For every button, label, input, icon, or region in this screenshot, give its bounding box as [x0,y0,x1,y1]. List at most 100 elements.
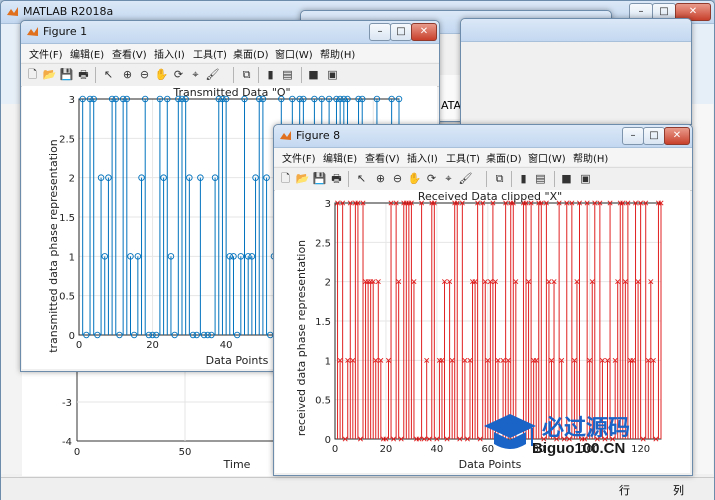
pointer-icon[interactable]: ↖ [354,171,369,186]
figure1-ytick-label: 2 [69,174,75,185]
figure8-ytick-label: 0 [325,435,331,446]
zoom-in-icon[interactable]: ⊕ [120,67,135,82]
figure1-ytick-label: 1.5 [59,213,75,224]
figure1-plot-title: Transmitted Data "O" [172,86,290,99]
colorbar-icon[interactable]: ▮ [516,171,531,186]
zoom-out-icon[interactable]: ⊖ [390,171,405,186]
graduation-cap-icon [484,414,536,449]
figure8-ytick-label: 2 [325,278,331,289]
link-icon[interactable]: ⧉ [239,67,254,82]
figure8-ytick-label: 0.5 [315,396,331,407]
figure1-close-button[interactable]: ✕ [411,23,437,41]
menu-file[interactable]: 文件(F) [29,46,63,61]
menu-view[interactable]: 查看(V) [365,150,400,165]
figure1-ytick-label: 1 [69,252,75,263]
figure1-xlabel: Data Points [206,354,269,367]
link-icon[interactable]: ⧉ [492,171,507,186]
main-right-panel [691,104,713,474]
bg-figure-b-titlebar [461,19,691,42]
figure8-close-button[interactable]: ✕ [664,127,690,145]
toolbar-separator [486,171,487,187]
brush-icon[interactable]: 🖌 [205,67,220,82]
legend-icon[interactable]: ▤ [533,171,548,186]
figure1-ytick-label: 0.5 [59,292,75,303]
main-window-title: MATLAB R2018a [23,5,114,18]
watermark-cn: 必过源码 [542,416,631,441]
menu-view[interactable]: 查看(V) [112,46,147,61]
save-icon[interactable]: 💾 [59,67,74,82]
bottom-ytick-neg3: -3 [62,398,72,409]
menu-desktop[interactable]: 桌面(D) [486,150,522,165]
hide-plot-tools-icon[interactable]: ■ [559,171,574,186]
open-folder-icon[interactable]: 📂 [295,171,310,186]
menu-edit[interactable]: 编辑(E) [70,46,104,61]
figure1-menubar: 文件(F) 编辑(E) 查看(V) 插入(I) 工具(T) 桌面(D) 窗口(W… [21,44,439,62]
menu-file[interactable]: 文件(F) [282,150,316,165]
figure8-ytick-label: 2.5 [315,238,331,249]
bottom-plot-svg: -3 -4 0 50 Time [62,368,277,471]
status-bar: 行 列 [1,477,714,500]
new-file-icon[interactable]: 🗋 [278,171,293,186]
show-plot-tools-icon[interactable]: ▣ [325,67,340,82]
figure8-titlebar[interactable]: Figure 8 – □ ✕ [274,125,692,148]
pan-hand-icon[interactable]: ✋ [154,67,169,82]
toolbar-separator [258,67,259,83]
pan-hand-icon[interactable]: ✋ [407,171,422,186]
figure1-ytick-label: 0 [69,331,75,342]
show-plot-tools-icon[interactable]: ▣ [578,171,593,186]
data-cursor-icon[interactable]: ⌖ [441,171,456,186]
save-icon[interactable]: 💾 [312,171,327,186]
figure1-minimize-button[interactable]: – [369,23,391,41]
background-figure-window-b [460,18,692,125]
figure8-xtick-label: 20 [380,444,393,455]
figure1-ytick-label: 3 [69,95,75,106]
menu-window[interactable]: 窗口(W) [275,46,313,61]
bg-figure-fragment-label: ATA [441,99,462,112]
figure8-title: Figure 8 [296,129,341,142]
data-cursor-icon[interactable]: ⌖ [188,67,203,82]
figure1-ylabel: transmitted data phase representation [47,139,60,353]
new-file-icon[interactable]: 🗋 [25,67,40,82]
bottom-ytick-neg4: -4 [62,437,72,448]
menu-help[interactable]: 帮助(H) [320,46,355,61]
status-row-label: 行 [619,484,630,497]
menu-insert[interactable]: 插入(I) [407,150,438,165]
bottom-xtick-0: 0 [74,447,80,458]
hide-plot-tools-icon[interactable]: ■ [306,67,321,82]
pointer-icon[interactable]: ↖ [101,67,116,82]
figure1-xtick-label: 40 [220,340,233,351]
menu-insert[interactable]: 插入(I) [154,46,185,61]
colorbar-icon[interactable]: ▮ [263,67,278,82]
open-folder-icon[interactable]: 📂 [42,67,57,82]
figure8-minimize-button[interactable]: – [622,127,644,145]
figure8-xtick-label: 0 [332,444,338,455]
print-icon[interactable]: 🖶 [329,171,344,186]
menu-window[interactable]: 窗口(W) [528,150,566,165]
watermark-en: Biguo100.CN [532,440,626,457]
rotate-icon[interactable]: ⟳ [424,171,439,186]
figure1-maximize-button[interactable]: □ [390,23,412,41]
figure1-xtick-label: 0 [76,340,82,351]
zoom-out-icon[interactable]: ⊖ [137,67,152,82]
toolbar-separator [233,67,234,83]
figure8-ylabel: received data phase representation [295,240,308,436]
figure1-toolbar: 🗋 📂 💾 🖶 ↖ ⊕ ⊖ ✋ ⟳ ⌖ 🖌 ⧉ ▮ ▤ ■ ▣ [21,63,439,87]
toolbar-separator [511,171,512,187]
menu-help[interactable]: 帮助(H) [573,150,608,165]
print-icon[interactable]: 🖶 [76,67,91,82]
watermark: 必过源码 Biguo100.CN [480,408,680,464]
legend-icon[interactable]: ▤ [280,67,295,82]
menu-desktop[interactable]: 桌面(D) [233,46,269,61]
bottom-plot-panel: -3 -4 0 50 Time [22,368,277,476]
figure1-xtick-label: 20 [146,340,159,351]
zoom-in-icon[interactable]: ⊕ [373,171,388,186]
brush-icon[interactable]: 🖌 [458,171,473,186]
figure8-maximize-button[interactable]: □ [643,127,665,145]
menu-tools[interactable]: 工具(T) [446,150,480,165]
rotate-icon[interactable]: ⟳ [171,67,186,82]
menu-tools[interactable]: 工具(T) [193,46,227,61]
toolbar-separator [301,67,302,83]
figure1-ytick-label: 2.5 [59,134,75,145]
menu-edit[interactable]: 编辑(E) [323,150,357,165]
figure1-titlebar[interactable]: Figure 1 – □ ✕ [21,21,439,44]
